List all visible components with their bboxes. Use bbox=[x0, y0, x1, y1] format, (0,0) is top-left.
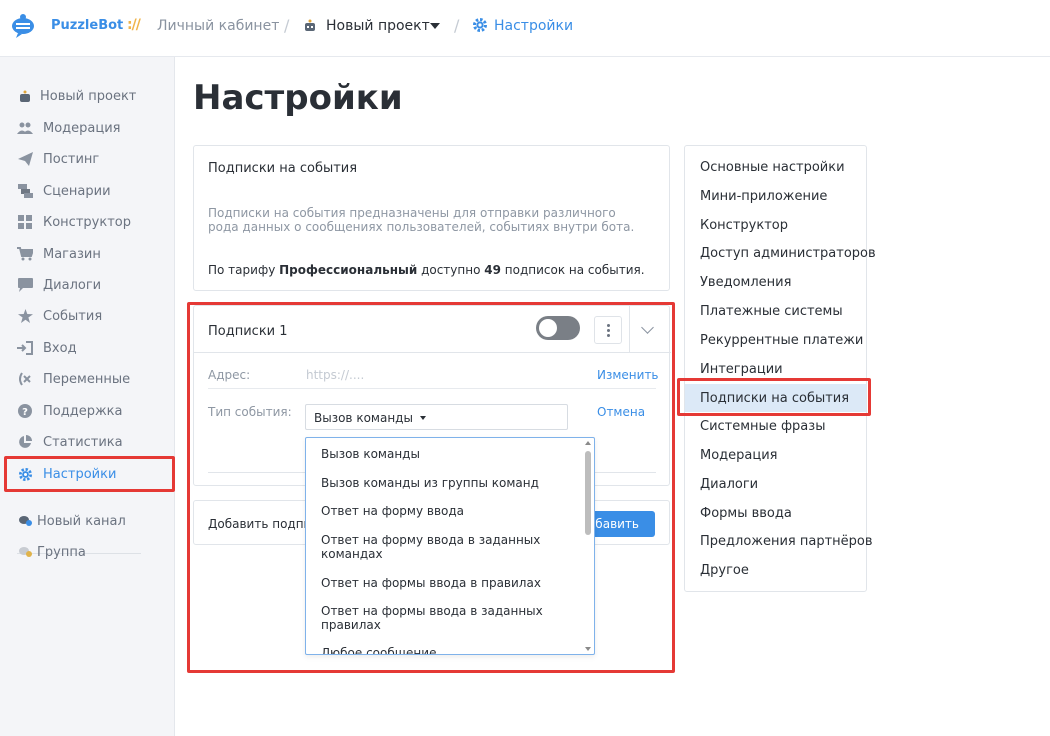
robot-icon bbox=[17, 88, 33, 104]
settings-nav-label: Диалоги bbox=[700, 477, 759, 492]
sidebar-item-label: Группа bbox=[37, 544, 86, 560]
settings-nav-item[interactable]: Мини-приложение bbox=[685, 182, 866, 210]
sidebar-item-shop[interactable]: Магазин bbox=[0, 240, 175, 268]
breadcrumb-separator: / bbox=[284, 16, 290, 35]
breadcrumb-separator: / bbox=[454, 16, 460, 35]
sidebar-item-label: Статистика bbox=[43, 434, 123, 450]
question-icon: ? bbox=[17, 403, 33, 419]
sidebar-item-label: Диалоги bbox=[43, 277, 102, 293]
settings-nav-label: Основные настройки bbox=[700, 160, 845, 175]
breadcrumb-project[interactable]: Новый проект bbox=[326, 18, 430, 34]
star-icon bbox=[17, 308, 33, 324]
breadcrumb-settings[interactable]: Настройки bbox=[494, 18, 573, 34]
sidebar-item-variables[interactable]: Переменные bbox=[0, 365, 175, 393]
sidebar-item-label: Магазин bbox=[43, 246, 101, 262]
settings-nav-label: Рекуррентные платежи bbox=[700, 333, 864, 348]
brand-name[interactable]: PuzzleBot bbox=[51, 18, 123, 33]
settings-nav-label: Уведомления bbox=[700, 275, 792, 290]
sidebar-item-new-project[interactable]: Новый проект bbox=[0, 82, 175, 110]
gear-icon bbox=[473, 18, 487, 32]
settings-nav-item[interactable]: Рекуррентные платежи bbox=[685, 326, 866, 354]
sidebar: Новый проект Модерация Постинг Сценарии … bbox=[0, 57, 175, 736]
settings-nav-item[interactable]: Модерация bbox=[685, 441, 866, 469]
sidebar-item-scenarios[interactable]: Сценарии bbox=[0, 177, 175, 205]
plan-middle: доступно bbox=[417, 263, 485, 277]
plan-count: 49 bbox=[484, 263, 501, 277]
sign-in-icon bbox=[17, 340, 33, 356]
svg-text:?: ? bbox=[22, 407, 28, 418]
sidebar-item-support[interactable]: ? Поддержка bbox=[0, 397, 175, 425]
settings-nav-item[interactable]: Конструктор bbox=[685, 211, 866, 239]
settings-nav-item[interactable]: Платежные системы bbox=[685, 297, 866, 325]
channel-icon bbox=[17, 513, 33, 529]
pie-chart-icon bbox=[17, 434, 33, 450]
sidebar-item-new-channel[interactable]: Новый канал bbox=[0, 507, 175, 535]
sidebar-item-label: Конструктор bbox=[43, 214, 131, 230]
sidebar-item-label: Переменные bbox=[43, 371, 131, 387]
highlight-sidebar-settings bbox=[4, 456, 175, 492]
chat-icon bbox=[17, 277, 33, 293]
settings-nav-item[interactable]: Системные фразы bbox=[685, 412, 866, 440]
highlight-nav-subscriptions bbox=[677, 378, 871, 416]
settings-nav-item[interactable]: Диалоги bbox=[685, 470, 866, 498]
settings-nav-item[interactable]: Предложения партнёров bbox=[685, 527, 873, 555]
top-bar: PuzzleBot :// Личный кабинет / Новый про… bbox=[0, 0, 1050, 57]
card-title: Подписки на события bbox=[208, 161, 358, 176]
group-icon bbox=[17, 544, 33, 560]
sidebar-item-dialogs[interactable]: Диалоги bbox=[0, 271, 175, 299]
robot-icon bbox=[305, 19, 315, 31]
sidebar-item-statistics[interactable]: Статистика bbox=[0, 428, 175, 456]
variable-icon bbox=[17, 371, 33, 387]
breadcrumb-cabinet[interactable]: Личный кабинет bbox=[157, 18, 279, 34]
settings-nav-item[interactable]: Другое bbox=[685, 556, 866, 584]
settings-nav-label: Платежные системы bbox=[700, 304, 843, 319]
settings-nav-label: Формы ввода bbox=[700, 506, 792, 521]
plan-prefix: По тарифу bbox=[208, 263, 280, 277]
settings-nav-item[interactable]: Основные настройки bbox=[685, 153, 866, 181]
sidebar-item-label: Поддержка bbox=[43, 403, 123, 419]
plan-suffix: подписок на события. bbox=[500, 263, 645, 277]
paper-plane-icon bbox=[17, 151, 33, 167]
settings-nav-label: Модерация bbox=[700, 448, 778, 463]
settings-nav-label: Конструктор bbox=[700, 218, 788, 233]
sidebar-item-label: Новый проект bbox=[40, 88, 137, 104]
settings-nav-label: Доступ администраторов bbox=[700, 246, 876, 261]
settings-nav-label: Интеграции bbox=[700, 362, 783, 377]
settings-nav-item[interactable]: Формы ввода bbox=[685, 499, 866, 527]
sidebar-item-posting[interactable]: Постинг bbox=[0, 145, 175, 173]
cart-icon bbox=[17, 246, 33, 262]
puzzlebot-logo-icon[interactable] bbox=[10, 13, 36, 39]
plan-info: По тарифу Профессиональный доступно 49 п… bbox=[208, 263, 645, 277]
settings-nav-label: Мини-приложение bbox=[700, 189, 828, 204]
sidebar-item-label: Сценарии bbox=[43, 183, 111, 199]
subscriptions-info-card: Подписки на события Подписки на события … bbox=[193, 145, 670, 291]
sidebar-item-moderation[interactable]: Модерация bbox=[0, 114, 175, 142]
sidebar-item-label: События bbox=[43, 308, 103, 324]
chevron-down-icon[interactable] bbox=[430, 23, 440, 29]
settings-nav-label: Системные фразы bbox=[700, 419, 826, 434]
sidebar-item-label: Вход bbox=[43, 340, 77, 356]
plan-name: Профессиональный bbox=[279, 263, 418, 277]
sidebar-item-login[interactable]: Вход bbox=[0, 334, 175, 362]
sidebar-item-label: Постинг bbox=[43, 151, 100, 167]
sidebar-item-events[interactable]: События bbox=[0, 302, 175, 330]
brand-separator: :// bbox=[127, 17, 141, 33]
grid-icon bbox=[17, 214, 33, 230]
sidebar-item-label: Новый канал bbox=[37, 513, 126, 529]
settings-nav: Основные настройки Мини-приложение Конст… bbox=[684, 145, 876, 592]
highlight-subscription-card bbox=[187, 302, 675, 673]
settings-nav-label: Предложения партнёров bbox=[700, 534, 873, 549]
card-description: Подписки на события предназначены для от… bbox=[208, 206, 635, 234]
settings-nav-item[interactable]: Уведомления bbox=[685, 268, 866, 296]
scenarios-icon bbox=[17, 183, 33, 199]
sidebar-item-group[interactable]: Группа bbox=[0, 538, 175, 566]
settings-nav-item[interactable]: Доступ администраторов bbox=[685, 239, 876, 267]
sidebar-item-label: Модерация bbox=[43, 120, 121, 136]
settings-nav-label: Другое bbox=[700, 563, 749, 578]
users-icon bbox=[17, 120, 33, 136]
sidebar-item-constructor[interactable]: Конструктор bbox=[0, 208, 175, 236]
page-title: Настройки bbox=[193, 78, 403, 118]
